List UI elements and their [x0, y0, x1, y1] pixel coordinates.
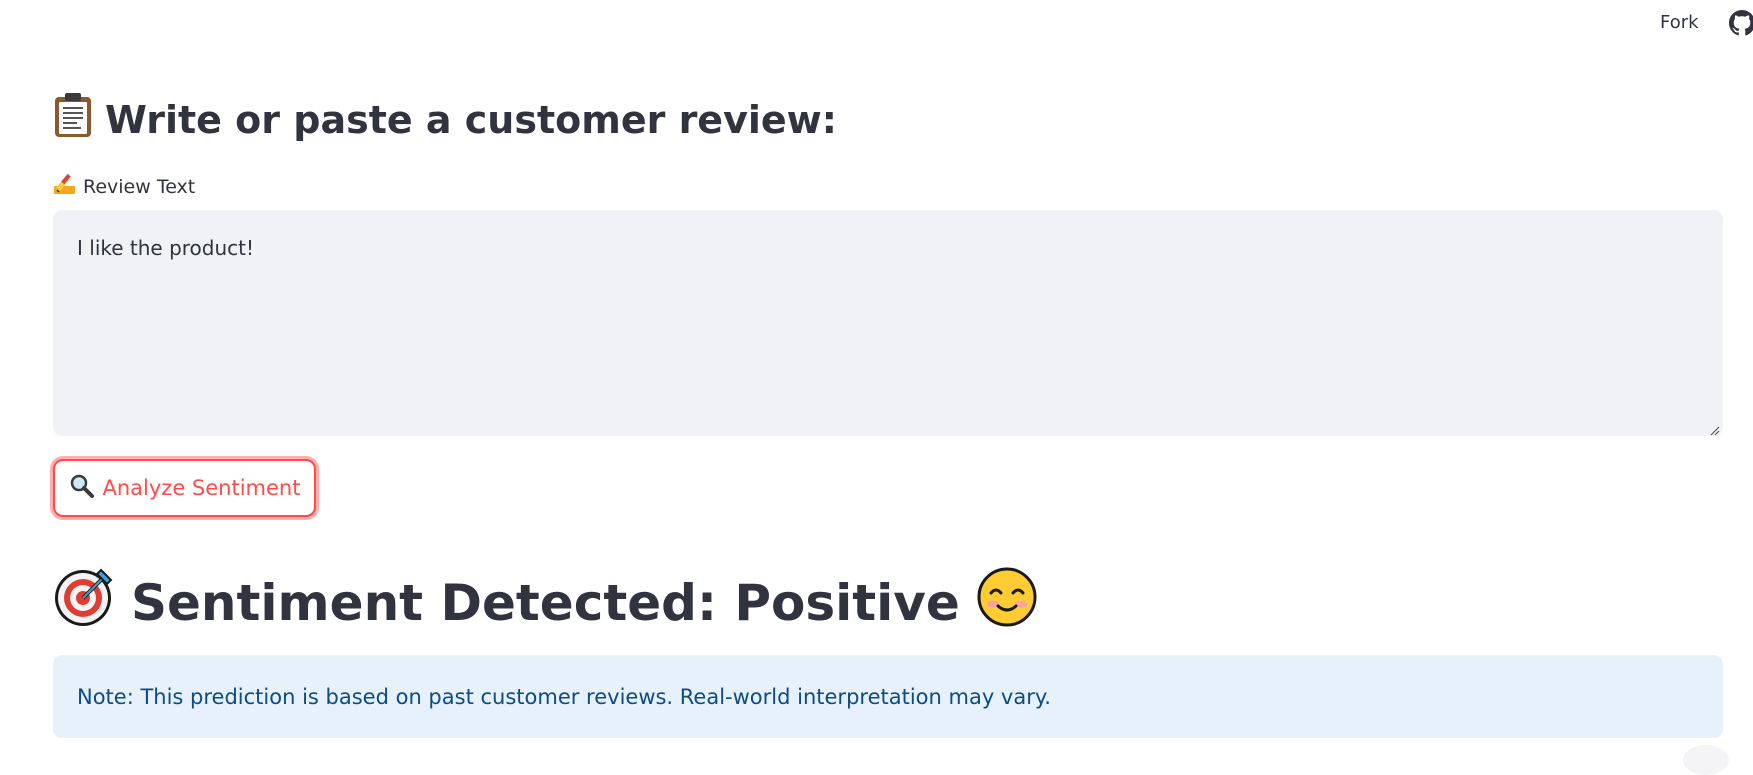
corner-widget[interactable] — [1683, 745, 1729, 775]
review-section-title: Write or paste a customer review: — [105, 97, 837, 142]
github-icon[interactable] — [1729, 10, 1753, 36]
prediction-note-alert: Note: This prediction is based on past c… — [53, 655, 1723, 738]
analyze-button-label: Analyze Sentiment — [102, 476, 301, 500]
review-textarea-container: I like the product! — [53, 210, 1723, 436]
fork-link[interactable]: Fork — [1660, 12, 1699, 33]
sentiment-result-heading: Sentiment Detected: Positive — [53, 566, 1038, 640]
magnifying-glass-icon — [69, 473, 95, 504]
sentiment-result-text: Sentiment Detected: Positive — [131, 574, 960, 632]
header-bar: Fork — [0, 0, 1753, 46]
smiling-face-icon — [976, 566, 1038, 640]
review-text-label: Review Text — [53, 173, 195, 200]
resize-handle-icon[interactable] — [1708, 421, 1720, 436]
prediction-note-text: Note: This prediction is based on past c… — [77, 684, 1051, 709]
clipboard-icon — [53, 92, 93, 147]
review-text-input[interactable]: I like the product! — [53, 210, 1723, 436]
review-text-label-text: Review Text — [83, 175, 196, 198]
direct-hit-icon — [53, 566, 115, 640]
analyze-sentiment-button[interactable]: Analyze Sentiment — [53, 459, 316, 517]
review-section-heading: Write or paste a customer review: — [53, 92, 837, 147]
writing-hand-icon — [53, 173, 77, 200]
